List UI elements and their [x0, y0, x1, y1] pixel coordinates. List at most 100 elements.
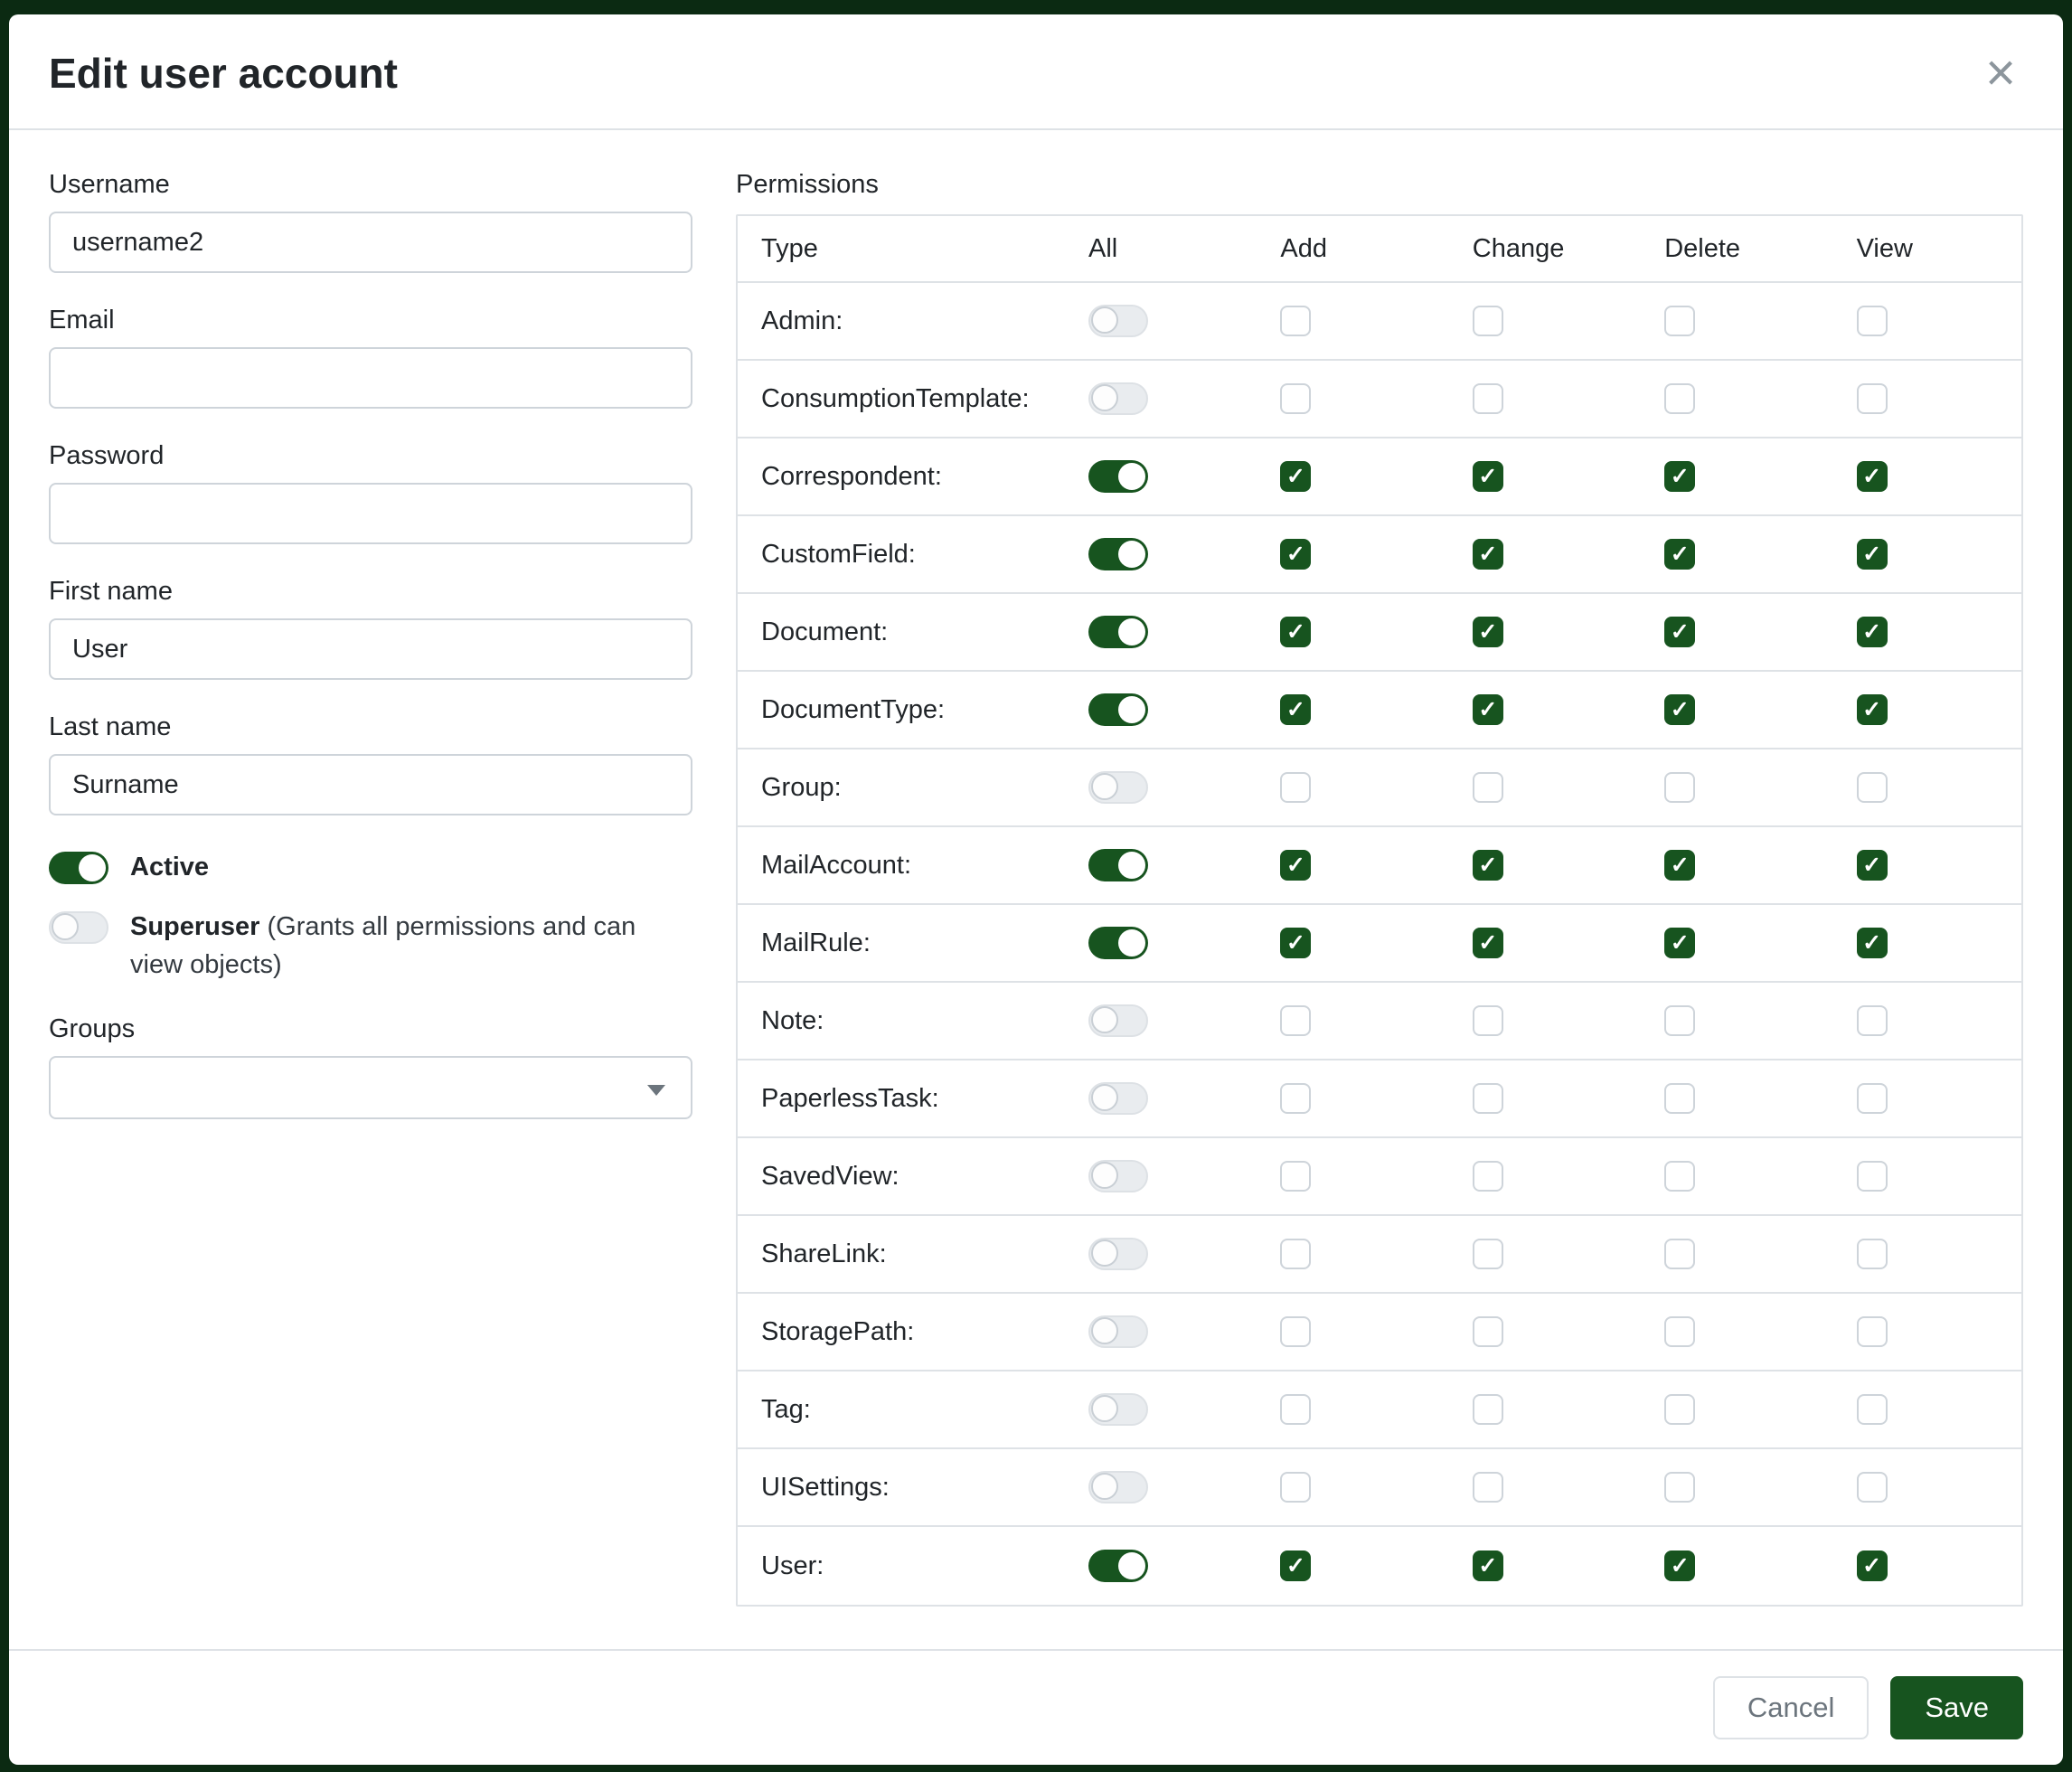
- permission-delete-checkbox[interactable]: ✓: [1664, 539, 1695, 570]
- permission-view-checkbox[interactable]: [1857, 1472, 1888, 1503]
- permission-add-checkbox[interactable]: [1280, 306, 1311, 336]
- permission-all-toggle[interactable]: [1088, 771, 1148, 804]
- permission-add-checkbox[interactable]: [1280, 1472, 1311, 1503]
- close-icon[interactable]: ×: [1980, 47, 2021, 99]
- permission-delete-checkbox[interactable]: [1664, 1472, 1695, 1503]
- permission-delete-checkbox[interactable]: [1664, 1083, 1695, 1114]
- permission-add-checkbox[interactable]: ✓: [1280, 617, 1311, 647]
- permission-all-toggle[interactable]: [1088, 382, 1148, 415]
- permission-delete-checkbox[interactable]: ✓: [1664, 850, 1695, 881]
- permission-change-checkbox[interactable]: [1473, 1005, 1503, 1036]
- permission-change-checkbox[interactable]: [1473, 1161, 1503, 1192]
- permission-view-checkbox[interactable]: ✓: [1857, 850, 1888, 881]
- permission-all-toggle[interactable]: [1088, 1471, 1148, 1503]
- permission-view-checkbox[interactable]: ✓: [1857, 694, 1888, 725]
- permission-delete-checkbox[interactable]: [1664, 772, 1695, 803]
- permission-add-checkbox[interactable]: ✓: [1280, 1550, 1311, 1581]
- permission-change-checkbox[interactable]: [1473, 383, 1503, 414]
- toggle-knob: [1118, 541, 1145, 568]
- cancel-button[interactable]: Cancel: [1713, 1676, 1870, 1739]
- permission-change-checkbox[interactable]: [1473, 1316, 1503, 1347]
- permission-change-checkbox[interactable]: [1473, 1083, 1503, 1114]
- permission-add-checkbox[interactable]: ✓: [1280, 539, 1311, 570]
- permission-view-checkbox[interactable]: ✓: [1857, 1550, 1888, 1581]
- permission-delete-checkbox[interactable]: [1664, 1394, 1695, 1425]
- permission-all-toggle[interactable]: [1088, 693, 1148, 726]
- permission-delete-checkbox[interactable]: ✓: [1664, 928, 1695, 958]
- active-toggle[interactable]: [49, 852, 108, 884]
- permission-view-checkbox[interactable]: [1857, 1239, 1888, 1269]
- permission-change-checkbox[interactable]: [1473, 1472, 1503, 1503]
- toggle-knob: [1118, 696, 1145, 723]
- permission-view-checkbox[interactable]: [1857, 1394, 1888, 1425]
- permission-all-toggle[interactable]: [1088, 849, 1148, 881]
- permission-delete-checkbox[interactable]: [1664, 306, 1695, 336]
- permission-change-checkbox[interactable]: ✓: [1473, 1550, 1503, 1581]
- permission-add-checkbox[interactable]: [1280, 1239, 1311, 1269]
- permission-delete-checkbox[interactable]: [1664, 1005, 1695, 1036]
- permission-change-checkbox[interactable]: ✓: [1473, 850, 1503, 881]
- first-name-input[interactable]: [49, 618, 692, 680]
- permission-delete-checkbox[interactable]: ✓: [1664, 461, 1695, 492]
- permission-view-checkbox[interactable]: ✓: [1857, 461, 1888, 492]
- email-input[interactable]: [49, 347, 692, 409]
- permission-change-checkbox[interactable]: ✓: [1473, 461, 1503, 492]
- permission-add-checkbox[interactable]: ✓: [1280, 850, 1311, 881]
- permission-view-checkbox[interactable]: [1857, 772, 1888, 803]
- permission-change-checkbox[interactable]: ✓: [1473, 694, 1503, 725]
- permission-view-checkbox[interactable]: [1857, 1005, 1888, 1036]
- permission-add-checkbox[interactable]: [1280, 772, 1311, 803]
- permission-delete-checkbox[interactable]: ✓: [1664, 694, 1695, 725]
- permission-add-checkbox[interactable]: [1280, 1394, 1311, 1425]
- permission-all-toggle[interactable]: [1088, 1004, 1148, 1037]
- permission-view-checkbox[interactable]: [1857, 306, 1888, 336]
- last-name-input[interactable]: [49, 754, 692, 815]
- permission-add-checkbox[interactable]: [1280, 383, 1311, 414]
- permission-view-checkbox[interactable]: ✓: [1857, 539, 1888, 570]
- password-input[interactable]: [49, 483, 692, 544]
- permission-all-toggle[interactable]: [1088, 1238, 1148, 1270]
- permission-delete-checkbox[interactable]: [1664, 1161, 1695, 1192]
- permission-add-checkbox[interactable]: ✓: [1280, 928, 1311, 958]
- permission-all-toggle[interactable]: [1088, 538, 1148, 570]
- permission-delete-checkbox[interactable]: [1664, 383, 1695, 414]
- permission-add-checkbox[interactable]: [1280, 1005, 1311, 1036]
- permission-add-checkbox[interactable]: [1280, 1161, 1311, 1192]
- permission-delete-checkbox[interactable]: ✓: [1664, 617, 1695, 647]
- save-button[interactable]: Save: [1890, 1676, 2023, 1739]
- permission-change-checkbox[interactable]: ✓: [1473, 617, 1503, 647]
- permission-change-checkbox[interactable]: [1473, 306, 1503, 336]
- permission-all-toggle[interactable]: [1088, 1315, 1148, 1348]
- groups-select[interactable]: [49, 1056, 692, 1119]
- permission-view-checkbox[interactable]: [1857, 1083, 1888, 1114]
- permission-change-checkbox[interactable]: ✓: [1473, 928, 1503, 958]
- permission-add-checkbox[interactable]: [1280, 1083, 1311, 1114]
- permission-add-cell: ✓: [1253, 928, 1445, 958]
- permission-change-checkbox[interactable]: [1473, 1394, 1503, 1425]
- username-input[interactable]: [49, 212, 692, 273]
- permission-all-toggle[interactable]: [1088, 1550, 1148, 1582]
- permission-delete-checkbox[interactable]: ✓: [1664, 1550, 1695, 1581]
- permission-all-toggle[interactable]: [1088, 616, 1148, 648]
- permission-view-checkbox[interactable]: [1857, 383, 1888, 414]
- permission-delete-checkbox[interactable]: [1664, 1316, 1695, 1347]
- permission-change-checkbox[interactable]: [1473, 1239, 1503, 1269]
- permission-delete-checkbox[interactable]: [1664, 1239, 1695, 1269]
- permission-view-checkbox[interactable]: ✓: [1857, 617, 1888, 647]
- permission-all-toggle[interactable]: [1088, 1160, 1148, 1192]
- permission-all-toggle[interactable]: [1088, 460, 1148, 493]
- permission-add-checkbox[interactable]: ✓: [1280, 461, 1311, 492]
- permission-all-toggle[interactable]: [1088, 1393, 1148, 1426]
- permission-all-toggle[interactable]: [1088, 1082, 1148, 1115]
- permission-change-checkbox[interactable]: ✓: [1473, 539, 1503, 570]
- permission-view-checkbox[interactable]: ✓: [1857, 928, 1888, 958]
- toggle-knob: [1091, 1239, 1118, 1267]
- permission-view-checkbox[interactable]: [1857, 1161, 1888, 1192]
- permission-view-checkbox[interactable]: [1857, 1316, 1888, 1347]
- superuser-toggle[interactable]: [49, 911, 108, 944]
- permission-change-checkbox[interactable]: [1473, 772, 1503, 803]
- permission-add-checkbox[interactable]: [1280, 1316, 1311, 1347]
- permission-add-checkbox[interactable]: ✓: [1280, 694, 1311, 725]
- permission-all-toggle[interactable]: [1088, 305, 1148, 337]
- permission-all-toggle[interactable]: [1088, 927, 1148, 959]
